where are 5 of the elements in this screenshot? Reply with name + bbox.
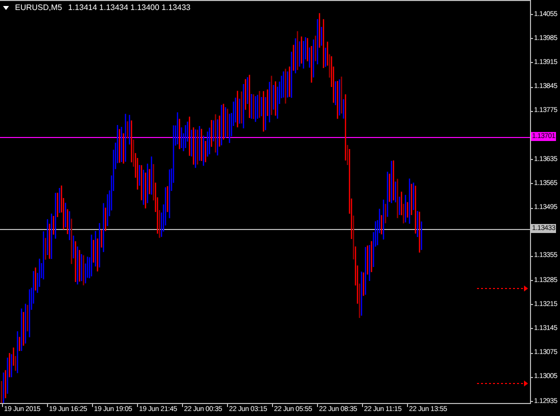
price-quotes: 1.13414 1.13434 1.13400 1.13433 <box>68 3 190 12</box>
arrow-icon <box>476 286 528 292</box>
symbol-label: EURUSD,M5 <box>15 3 62 12</box>
dropdown-icon[interactable] <box>3 6 9 10</box>
arrow-icon <box>476 380 528 386</box>
